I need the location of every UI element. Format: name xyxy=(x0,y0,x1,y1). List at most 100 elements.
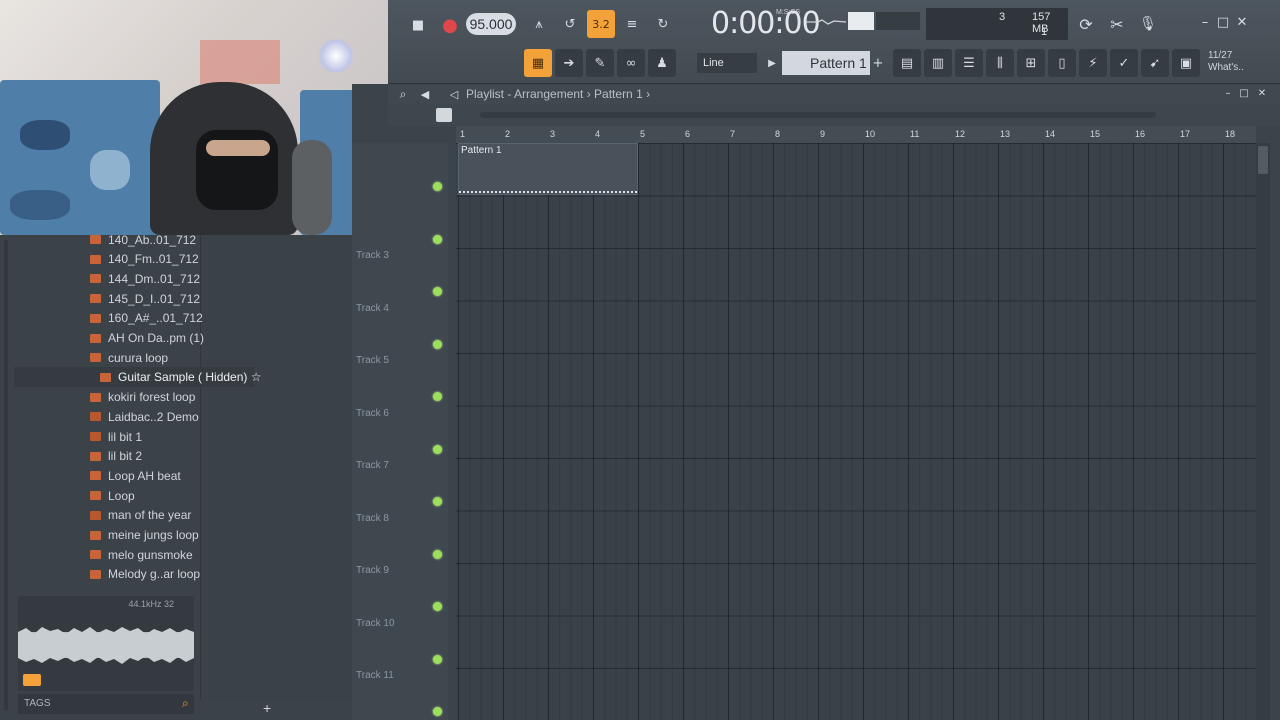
mixer-icon[interactable]: ⫼ xyxy=(986,49,1014,77)
playlist-grid[interactable] xyxy=(456,143,1256,720)
speaker-icon[interactable]: ◀ xyxy=(416,84,434,104)
arrow-right-icon[interactable]: ◁ xyxy=(446,84,462,104)
loop-record-icon[interactable]: ↻ xyxy=(649,10,677,38)
browser-item[interactable]: 145_D_I..01_712 xyxy=(90,289,200,308)
track-mute-led[interactable] xyxy=(433,497,442,506)
browser-item[interactable]: 160_A#_..01_712 xyxy=(90,309,203,328)
playlist-maximize-icon[interactable]: □ xyxy=(1237,84,1251,102)
browser-item[interactable]: Loop AH beat xyxy=(90,466,181,485)
track-mute-led[interactable] xyxy=(433,182,442,191)
browser-item[interactable]: 144_Dm..01_712 xyxy=(90,269,200,288)
close-icon[interactable]: ✕ xyxy=(1233,12,1251,32)
waveform-icon xyxy=(18,627,194,664)
stamp-icon[interactable]: ♟ xyxy=(648,49,676,77)
playlist-close-icon[interactable]: ✕ xyxy=(1255,84,1269,102)
vertical-scrollbar[interactable] xyxy=(1256,143,1270,720)
master-volume-panel[interactable] xyxy=(876,12,920,30)
track-mute-led[interactable] xyxy=(433,287,442,296)
browser-scroll-track[interactable] xyxy=(4,240,8,710)
countdown-button[interactable]: 3.2 xyxy=(587,10,615,38)
browser-item[interactable]: kokiri forest loop xyxy=(90,388,195,407)
horizontal-scrollbar[interactable] xyxy=(480,112,1156,118)
track-label[interactable]: Track 4 xyxy=(356,303,446,314)
refresh-icon[interactable]: ⟳ xyxy=(1072,10,1100,38)
playlist-icon[interactable]: ▤ xyxy=(893,49,921,77)
minimize-icon[interactable]: – xyxy=(1196,12,1214,32)
step-edit-icon[interactable]: ≡ xyxy=(618,10,646,38)
browser-item[interactable]: AH On Da..pm (1) xyxy=(90,329,204,348)
ruler-number: 13 xyxy=(1000,129,1011,139)
browser-icon[interactable]: ⊞ xyxy=(1017,49,1045,77)
track-label[interactable]: Track 9 xyxy=(356,565,446,576)
channel-rack-icon[interactable]: ☰ xyxy=(955,49,983,77)
pattern-clip[interactable]: Pattern 1 xyxy=(458,143,638,195)
track-label[interactable]: Track 8 xyxy=(356,513,446,524)
browser-item[interactable]: 140_Fm..01_712 xyxy=(90,250,199,269)
time-format-label: M:S:CS xyxy=(776,9,801,16)
ruler-number: 8 xyxy=(775,129,781,139)
piano-roll-icon[interactable]: ▦ xyxy=(524,49,552,77)
stop-button[interactable]: ■ xyxy=(404,11,432,39)
track-mute-led[interactable] xyxy=(433,339,442,349)
browser-item[interactable]: lil bit 1 xyxy=(90,427,142,446)
track-label[interactable]: Track 6 xyxy=(356,408,446,419)
track-mute-led[interactable] xyxy=(433,654,442,664)
track-mute-led[interactable] xyxy=(433,444,442,454)
project-icon[interactable]: ▯ xyxy=(1048,49,1076,77)
tempo-display[interactable]: 95.000 xyxy=(466,13,516,35)
link-icon[interactable]: ∞ xyxy=(617,49,645,77)
browser-item-label: 160_A#_..01_712 xyxy=(108,311,203,326)
wait-input-icon[interactable]: ↺ xyxy=(556,10,584,38)
tools-icon[interactable]: ✓ xyxy=(1110,49,1138,77)
sample-icon[interactable]: ➹ xyxy=(1141,49,1169,77)
record-button[interactable]: ● xyxy=(436,11,464,39)
browser-item[interactable]: curura loop xyxy=(90,348,168,367)
browser-item[interactable]: meine jungs loop xyxy=(90,526,199,545)
tags-bar[interactable]: TAGS ⌕ xyxy=(18,694,194,714)
track-label[interactable]: Track 3 xyxy=(356,250,446,261)
shop-icon[interactable]: ▣ xyxy=(1172,49,1200,77)
paint-icon[interactable]: ✎ xyxy=(586,49,614,77)
vertical-scroll-thumb[interactable] xyxy=(1258,146,1268,174)
browser-item[interactable]: Melody g..ar loop xyxy=(90,565,200,584)
browser-item[interactable]: man of the year xyxy=(90,506,191,525)
magnify-icon[interactable]: ⌕ xyxy=(394,84,412,104)
microphone-icon[interactable]: 🎙 xyxy=(1134,10,1162,38)
track-label[interactable]: Track 10 xyxy=(356,618,446,629)
browser-item[interactable]: Laidbac..2 Demo xyxy=(90,407,199,426)
arrow-icon[interactable]: ➔ xyxy=(555,49,583,77)
piano-roll-view-icon[interactable]: ▥ xyxy=(924,49,952,77)
pattern-prev-icon[interactable]: ▶ xyxy=(763,51,781,75)
pattern-selector[interactable]: Pattern 1 xyxy=(782,51,870,75)
track-label[interactable]: Track 5 xyxy=(356,355,446,366)
audio-icon xyxy=(90,432,101,441)
track-mute-led[interactable] xyxy=(433,602,442,611)
browser-item[interactable]: melo gunsmoke xyxy=(90,545,193,564)
add-button[interactable]: + xyxy=(263,700,271,716)
track-label[interactable]: Track 11 xyxy=(356,670,446,681)
snap-selector[interactable]: Line xyxy=(697,53,757,73)
browser-item[interactable]: lil bit 2 xyxy=(90,447,142,466)
browser-item[interactable]: Guitar Sample ( Hidden) ☆ xyxy=(100,368,261,387)
metronome-icon[interactable]: ⩚ xyxy=(525,10,553,38)
ruler-number: 6 xyxy=(685,129,691,139)
add-pattern-icon[interactable]: + xyxy=(870,51,886,75)
plugin-icon[interactable]: ⚡ xyxy=(1079,49,1107,77)
search-icon[interactable]: ⌕ xyxy=(182,696,189,711)
track-mute-led[interactable] xyxy=(433,549,442,559)
ruler-number: 17 xyxy=(1180,129,1191,139)
browser-item[interactable]: Loop xyxy=(90,486,135,505)
track-mute-led[interactable] xyxy=(433,234,442,244)
cut-icon[interactable]: ✂ xyxy=(1103,10,1131,38)
browser-item-label: 144_Dm..01_712 xyxy=(108,271,201,286)
track-mute-led[interactable] xyxy=(433,392,442,401)
piano-keys-icon[interactable] xyxy=(436,108,452,122)
sample-preview[interactable]: 44.1kHz 32 xyxy=(18,596,194,691)
playlist-minimize-icon[interactable]: – xyxy=(1221,84,1235,102)
song-time-display: 0:00:00 xyxy=(711,6,821,41)
news-panel[interactable]: 11/27 What's.. xyxy=(1208,50,1244,74)
track-mute-led[interactable] xyxy=(433,707,442,716)
preview-play-icon[interactable] xyxy=(23,674,41,686)
track-label[interactable]: Track 7 xyxy=(356,460,446,471)
maximize-icon[interactable]: □ xyxy=(1214,12,1232,32)
